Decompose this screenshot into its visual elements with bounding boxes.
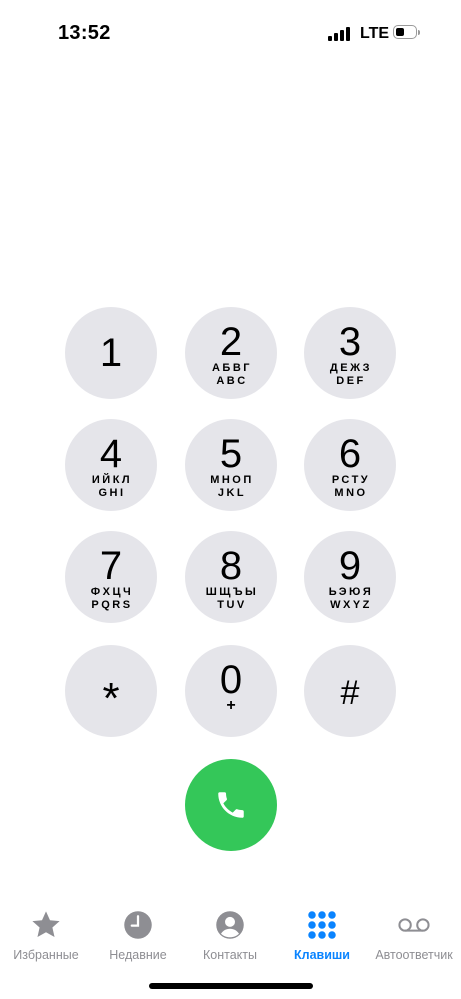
keypad-icon xyxy=(308,911,336,939)
network-type: LTE xyxy=(360,25,390,42)
key-6[interactable]: 6 РСТУ MNO xyxy=(304,419,396,511)
key-letters-cyrillic: МНОП xyxy=(210,474,254,486)
tab-voicemail[interactable]: Автоответчик xyxy=(364,900,461,962)
key-letters-latin: WXYZ xyxy=(330,599,372,611)
key-letters-cyrillic: РСТУ xyxy=(331,474,371,486)
key-3[interactable]: 3 ДЕЖЗ DEF xyxy=(304,307,396,399)
key-letters-latin: PQRS xyxy=(91,599,133,611)
key-digit: # xyxy=(340,674,360,712)
key-letters-cyrillic: ШЩЪЫ xyxy=(205,586,259,598)
signal-icon xyxy=(328,27,350,41)
call-button[interactable] xyxy=(185,759,277,851)
tab-contacts[interactable]: Контакты xyxy=(180,900,280,962)
key-digit: 7 xyxy=(99,544,123,588)
tab-label: Контакты xyxy=(203,948,257,962)
key-letters-latin: DEF xyxy=(336,375,366,387)
key-digit: 2 xyxy=(219,320,243,364)
tab-favorites[interactable]: Избранные xyxy=(0,900,96,962)
key-letters-cyrillic: АБВГ xyxy=(211,362,253,374)
tab-label: Клавиши xyxy=(294,948,350,962)
key-letters-cyrillic: ЬЭЮЯ xyxy=(328,586,374,598)
tab-label: Избранные xyxy=(13,948,79,962)
key-0[interactable]: 0 + xyxy=(185,645,277,737)
key-2[interactable]: 2 АБВГ ABC xyxy=(185,307,277,399)
battery-icon xyxy=(393,25,421,41)
key-plus: + xyxy=(226,697,236,714)
key-digit: 4 xyxy=(99,432,123,476)
key-letters-latin: JKL xyxy=(217,487,247,499)
clock-icon xyxy=(124,911,152,939)
key-letters-cyrillic: ИЙКЛ xyxy=(91,474,133,486)
tab-label: Недавние xyxy=(109,948,167,962)
key-letters-cyrillic: ФХЦЧ xyxy=(90,586,134,598)
tab-recents[interactable]: Недавние xyxy=(88,900,188,962)
key-letters-latin: ABC xyxy=(216,375,248,387)
key-7[interactable]: 7 ФХЦЧ PQRS xyxy=(65,531,157,623)
key-star[interactable]: * xyxy=(65,645,157,737)
status-time: 13:52 xyxy=(58,22,111,44)
key-letters-latin: GHI xyxy=(98,487,126,499)
key-9[interactable]: 9 ЬЭЮЯ WXYZ xyxy=(304,531,396,623)
key-letters-latin: TUV xyxy=(217,599,247,611)
key-8[interactable]: 8 ШЩЪЫ TUV xyxy=(185,531,277,623)
voicemail-icon xyxy=(398,918,430,932)
keypad: 1 2 АБВГ ABC 3 ДЕЖЗ DEF 4 ИЙКЛ GHI 5 МНО… xyxy=(65,307,396,737)
key-digit: 8 xyxy=(219,544,243,588)
tab-label: Автоответчик xyxy=(375,948,453,962)
phone-icon xyxy=(218,792,244,818)
key-5[interactable]: 5 МНОП JKL xyxy=(185,419,277,511)
status-bar: 13:52 LTE xyxy=(0,0,461,70)
home-indicator xyxy=(149,983,313,989)
key-1[interactable]: 1 xyxy=(65,307,157,399)
star-icon xyxy=(32,911,60,937)
key-digit: 0 xyxy=(219,658,243,702)
key-digit: 5 xyxy=(219,432,243,476)
key-digit: 6 xyxy=(338,432,362,476)
tab-keypad[interactable]: Клавиши xyxy=(272,900,372,962)
key-digit: 3 xyxy=(338,320,362,364)
contact-icon xyxy=(216,911,244,939)
key-hash[interactable]: # xyxy=(304,645,396,737)
key-4[interactable]: 4 ИЙКЛ GHI xyxy=(65,419,157,511)
key-letters-latin: MNO xyxy=(334,487,368,499)
key-digit: 9 xyxy=(338,544,362,588)
key-letters-cyrillic: ДЕЖЗ xyxy=(329,362,373,374)
key-digit: 1 xyxy=(99,331,123,375)
key-digit: * xyxy=(102,674,120,723)
